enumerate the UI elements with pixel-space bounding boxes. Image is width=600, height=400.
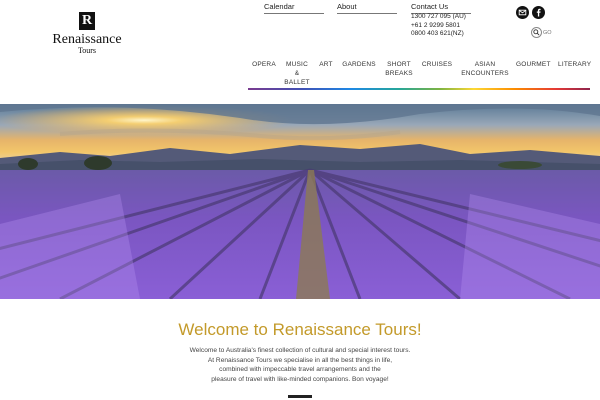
welcome-line: At Renaissance Tours we specialise in al… xyxy=(207,356,393,364)
about-link[interactable]: About xyxy=(337,2,397,14)
main-nav: OPERA MUSIC & BALLET ART GARDENS SHORT BREA… xyxy=(248,60,591,88)
search-icon[interactable] xyxy=(531,27,542,38)
search-box xyxy=(531,27,561,38)
welcome-title: Welcome to Renaissance Tours! xyxy=(178,320,422,339)
facebook-icon[interactable] xyxy=(532,6,545,19)
nav-music-ballet[interactable]: MUSIC & BALLET xyxy=(284,60,310,87)
logo-name: Renaissance xyxy=(52,32,122,47)
phone-au: 1300 727 095 (AU) xyxy=(411,13,466,20)
nav-art[interactable]: ART xyxy=(318,60,334,69)
nav-short-breaks[interactable]: SHORT BREAKS xyxy=(385,60,413,78)
mail-icon[interactable] xyxy=(516,6,529,19)
nav-opera[interactable]: OPERA xyxy=(252,60,276,69)
welcome-text: Welcome to Australia's finest collection… xyxy=(100,346,500,384)
phone-nz: 0800 403 621(NZ) xyxy=(411,30,464,37)
welcome-line: pleasure of travel with like-minded comp… xyxy=(211,375,389,383)
phone-intl: +61 2 9299 5801 xyxy=(411,21,460,29)
lavender-field-image xyxy=(0,104,600,299)
logo[interactable]: R Renaissance Tours xyxy=(52,12,122,55)
nav-literary[interactable]: LITERARY xyxy=(558,60,591,69)
site-header: R Renaissance Tours Calendar About Conta… xyxy=(0,0,600,104)
hero-image xyxy=(0,104,600,299)
nav-color-strip xyxy=(248,88,590,90)
nav-cruises[interactable]: CRUISES xyxy=(420,60,454,69)
search-input[interactable] xyxy=(543,28,561,37)
logo-mark: R xyxy=(79,12,95,30)
nav-gardens[interactable]: GARDENS xyxy=(342,60,376,69)
welcome-line: combined with impeccable travel arrangem… xyxy=(219,366,381,374)
phone-numbers: 1300 727 095 (AU) +61 2 9299 5801 0800 4… xyxy=(411,13,466,39)
calendar-link[interactable]: Calendar xyxy=(264,2,324,14)
section-divider xyxy=(288,395,312,398)
nav-asian-encounters[interactable]: ASIAN ENCOUNTERS xyxy=(460,60,510,78)
nav-gourmet[interactable]: GOURMET xyxy=(516,60,550,69)
logo-subtitle: Tours xyxy=(77,46,97,55)
welcome-line: Welcome to Australia's finest collection… xyxy=(189,347,411,354)
